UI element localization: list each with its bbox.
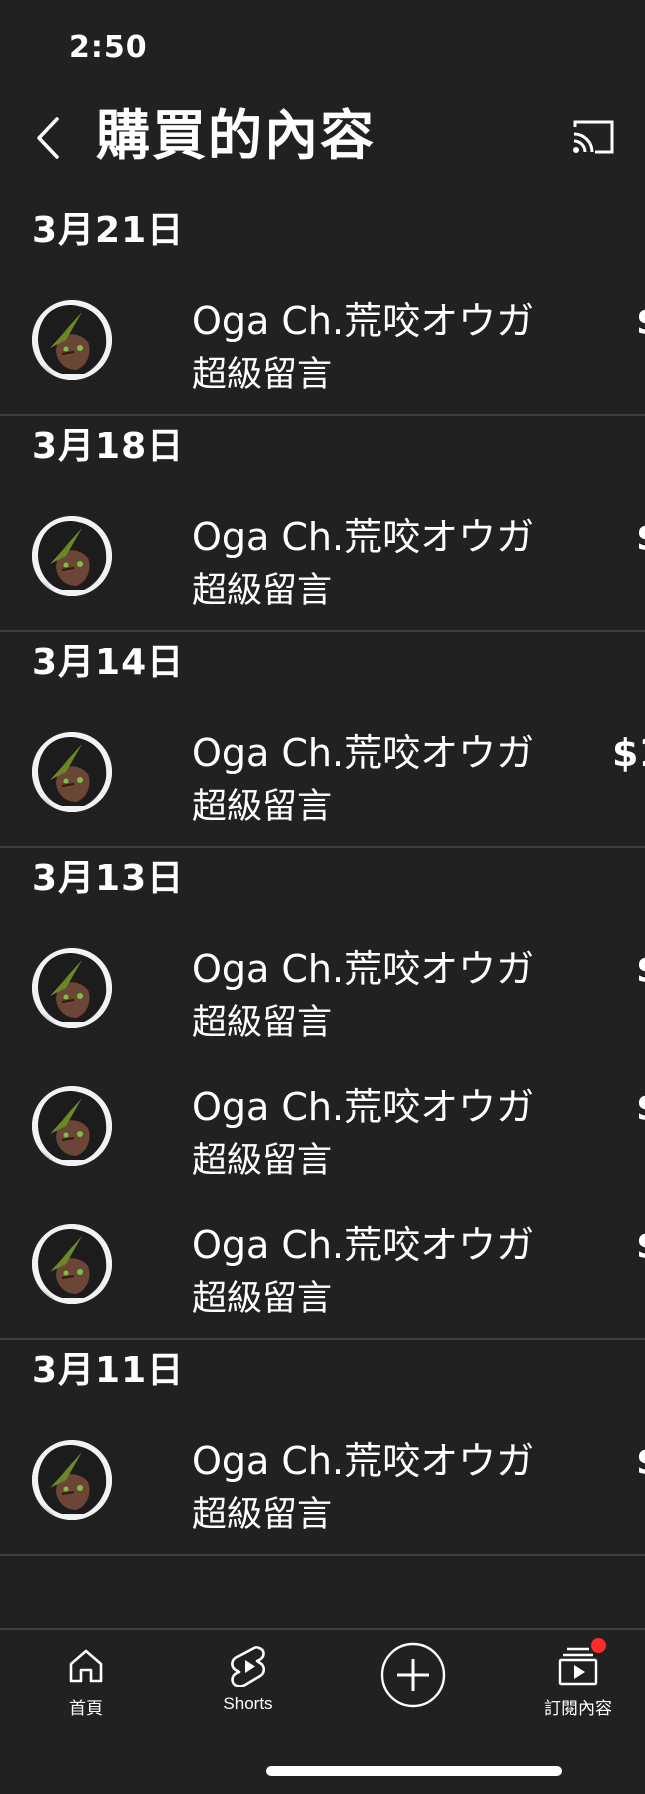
channel-avatar	[32, 1440, 112, 1520]
create-button[interactable]	[380, 1642, 446, 1708]
purchase-type: 超級留言	[192, 787, 333, 827]
purchase-price: $1	[612, 731, 645, 775]
purchase-price: $	[636, 298, 645, 344]
nav-home-label: 首頁	[69, 1699, 103, 1718]
date-group: 3月21日 Oga Ch.荒咬オウガ超級留言 $	[0, 200, 645, 416]
purchase-item[interactable]: Oga Ch.荒咬オウガ超級留言 $	[0, 262, 645, 400]
back-button[interactable]	[26, 108, 70, 168]
home-icon	[67, 1644, 105, 1688]
purchase-price: $	[636, 946, 645, 992]
chevron-left-icon	[37, 117, 59, 159]
channel-name: Oga Ch.荒咬オウガ	[192, 1223, 535, 1267]
shorts-icon	[229, 1644, 267, 1688]
date-group: 3月18日 Oga Ch.荒咬オウガ超級留言 $	[0, 416, 645, 632]
purchase-item[interactable]: Oga Ch.荒咬オウガ超級留言 $1	[0, 694, 645, 832]
date-label: 3月13日	[32, 858, 185, 899]
channel-avatar	[32, 1086, 112, 1166]
status-bar: 2:50	[0, 0, 645, 96]
purchase-type: 超級留言	[192, 1003, 333, 1043]
date-label: 3月18日	[32, 426, 185, 467]
date-group: 3月13日Oga Ch.荒咬オウガ超級留言$Oga Ch.荒咬オウガ超級留言$O…	[0, 848, 645, 1340]
date-group: 3月11日 Oga Ch.荒咬オウガ超級留言 $	[0, 1340, 645, 1556]
home-indicator	[266, 1766, 562, 1776]
purchase-type: 超級留言	[192, 1279, 333, 1319]
purchase-item[interactable]: Oga Ch.荒咬オウガ超級留言 $	[0, 478, 645, 616]
purchase-price: $	[636, 1222, 645, 1268]
purchase-item[interactable]: Oga Ch.荒咬オウガ超級留言 $	[0, 1048, 645, 1186]
purchase-price: $	[636, 1438, 645, 1484]
channel-avatar	[32, 1224, 112, 1304]
channel-name: Oga Ch.荒咬オウガ	[192, 1439, 535, 1483]
nav-shorts-label: Shorts	[223, 1694, 273, 1713]
channel-avatar	[32, 732, 112, 812]
cast-icon	[573, 120, 614, 154]
nav-home[interactable]: 首頁	[16, 1630, 156, 1730]
purchase-price: $	[636, 514, 645, 560]
purchase-list[interactable]: 3月21日Oga Ch.荒咬オウガ超級留言$3月18日Oga Ch.荒咬オウガ超…	[0, 200, 645, 1630]
channel-name: Oga Ch.荒咬オウガ	[192, 947, 535, 991]
channel-avatar	[32, 300, 112, 380]
purchase-price: $	[636, 1084, 645, 1130]
channel-avatar	[32, 516, 112, 596]
channel-name: Oga Ch.荒咬オウガ	[192, 731, 535, 775]
subscriptions-icon	[558, 1638, 606, 1688]
purchase-item[interactable]: Oga Ch.荒咬オウガ超級留言 $	[0, 1186, 645, 1324]
date-group: 3月14日 Oga Ch.荒咬オウガ超級留言 $1	[0, 632, 645, 848]
purchase-type: 超級留言	[192, 355, 333, 395]
date-label: 3月11日	[32, 1350, 185, 1391]
plus-circle-icon	[380, 1642, 446, 1708]
cast-button[interactable]	[570, 114, 616, 160]
nav-subscriptions[interactable]: 訂閱內容	[508, 1630, 645, 1730]
notification-dot	[591, 1638, 606, 1653]
purchase-item[interactable]: Oga Ch.荒咬オウガ超級留言 $	[0, 1402, 645, 1540]
channel-name: Oga Ch.荒咬オウガ	[192, 515, 535, 559]
page-title: 購買的內容	[96, 104, 376, 167]
app-header: 購買的內容	[0, 96, 645, 196]
purchase-type: 超級留言	[192, 1141, 333, 1181]
channel-name: Oga Ch.荒咬オウガ	[192, 1085, 535, 1129]
channel-avatar	[32, 948, 112, 1028]
date-label: 3月14日	[32, 642, 185, 683]
purchase-item[interactable]: Oga Ch.荒咬オウガ超級留言 $	[0, 910, 645, 1048]
purchase-type: 超級留言	[192, 1495, 333, 1535]
status-time: 2:50	[69, 30, 148, 65]
nav-subscriptions-label: 訂閱內容	[544, 1699, 612, 1718]
channel-name: Oga Ch.荒咬オウガ	[192, 299, 535, 343]
purchase-type: 超級留言	[192, 571, 333, 611]
nav-shorts[interactable]: Shorts	[178, 1630, 318, 1730]
date-label: 3月21日	[32, 210, 185, 251]
